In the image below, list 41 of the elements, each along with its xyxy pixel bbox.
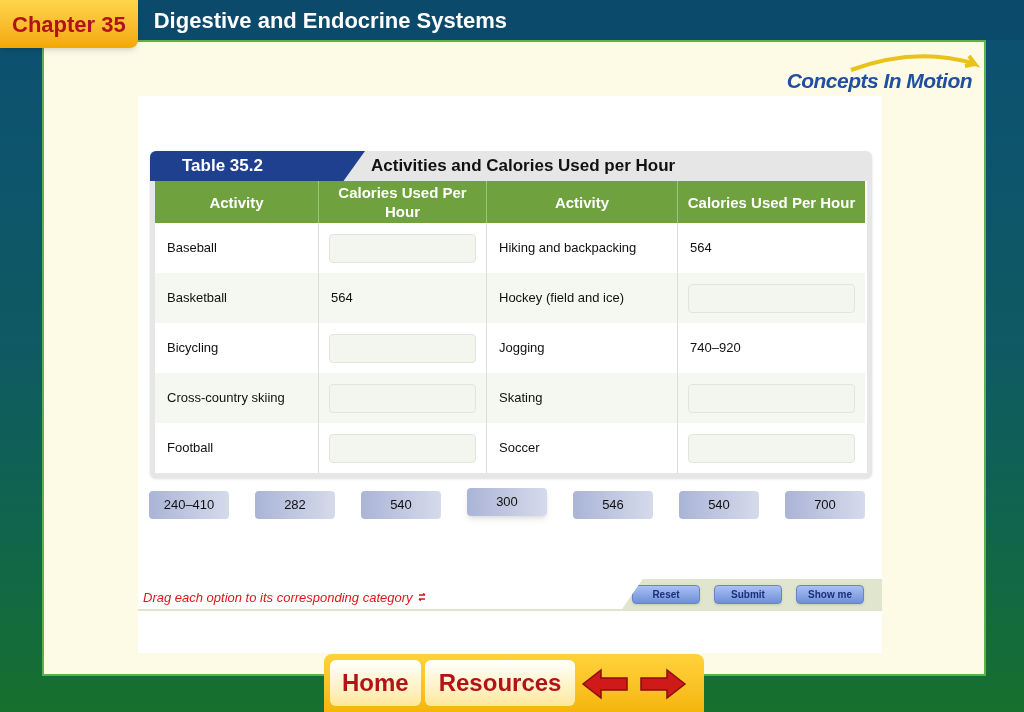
draggable-option[interactable]: 282 xyxy=(255,491,335,519)
table-cell-text: Football xyxy=(167,439,214,458)
table-cell-text: Basketball xyxy=(167,289,227,308)
instruction-text: Drag each option to its corresponding category xyxy=(143,588,413,607)
table-cell-text: Hockey (field and ice) xyxy=(499,289,624,308)
action-button[interactable]: Submit xyxy=(714,584,782,604)
table-cell-text: Cross-country skiing xyxy=(167,389,285,408)
column-header: Calories Used Per Hour xyxy=(677,181,865,223)
table-cell-text: Skating xyxy=(499,389,543,408)
resources-button[interactable]: Resources xyxy=(424,660,576,706)
drop-target-field[interactable] xyxy=(329,333,476,363)
table-cell-text: Hiking and backpacking xyxy=(499,239,637,258)
logo: Concepts In Motion xyxy=(786,56,972,96)
table-cell-text: Bicycling xyxy=(167,339,219,358)
drop-target-field[interactable] xyxy=(688,433,855,463)
table-cell-text: 564 xyxy=(331,289,353,308)
page-title: Digestive and Endocrine Systems xyxy=(152,6,508,35)
home-button[interactable]: Home xyxy=(330,660,421,706)
draggable-option[interactable]: 700 xyxy=(785,491,865,519)
action-button[interactable]: Reset xyxy=(632,584,700,604)
column-header: Activity xyxy=(486,181,677,223)
forward-arrow-icon[interactable] xyxy=(639,668,688,700)
column-header: Calories Used Per Hour xyxy=(318,181,486,223)
table-cell-text: 564 xyxy=(690,239,712,258)
back-arrow-icon[interactable] xyxy=(581,668,630,700)
table-cell-text: Jogging xyxy=(499,339,545,358)
table-title: Activities and Calories Used per Hour xyxy=(371,155,676,178)
drop-target-field[interactable] xyxy=(329,433,476,463)
column-header: Activity xyxy=(155,181,318,223)
table-label: Table 35.2 xyxy=(150,151,365,181)
table-cell-text: Soccer xyxy=(499,439,540,458)
drop-target-field[interactable] xyxy=(329,233,476,263)
draggable-option[interactable]: 540 xyxy=(679,491,759,519)
table-cell-text: Baseball xyxy=(167,239,217,258)
draggable-option[interactable]: 240–410 xyxy=(149,491,229,519)
table-cell-text: 740–920 xyxy=(690,339,741,358)
draggable-option[interactable]: 540 xyxy=(361,491,441,519)
draggable-option[interactable]: 300 xyxy=(467,488,547,516)
action-button[interactable]: Show me xyxy=(796,584,864,604)
loop-arrow-icon xyxy=(416,593,427,602)
draggable-option[interactable]: 546 xyxy=(573,491,653,519)
